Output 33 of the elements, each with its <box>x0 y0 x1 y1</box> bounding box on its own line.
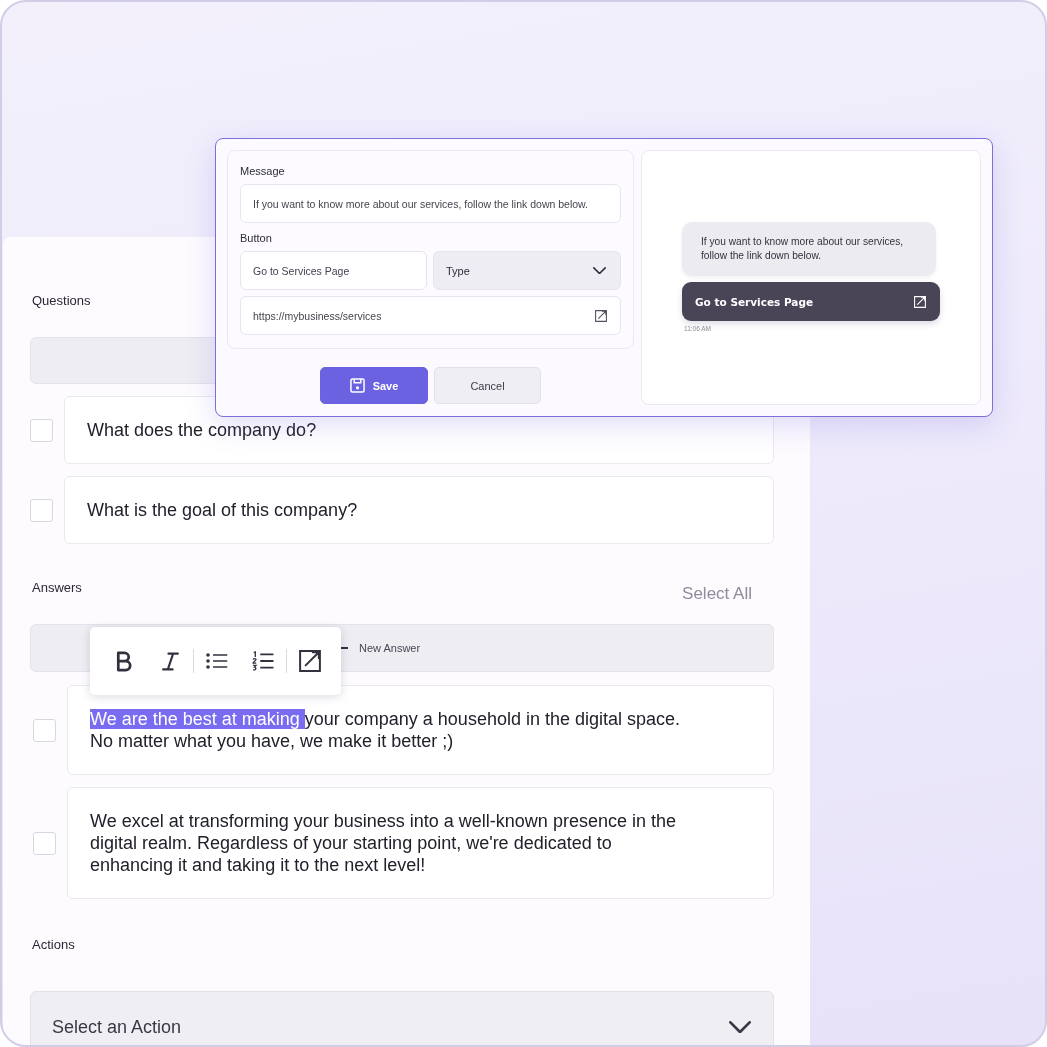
field-label: Message <box>240 164 285 179</box>
button-text-field[interactable]: Go to Services Page <box>240 251 427 290</box>
checkbox[interactable] <box>30 418 53 442</box>
answer-text: We are the best at making your company a household in the digital space. No matter what you have, we make it better ;) <box>90 708 682 752</box>
italic-icon[interactable] <box>161 651 179 671</box>
external-link-icon[interactable] <box>299 650 321 672</box>
checkbox[interactable] <box>30 498 53 522</box>
chevron-icon <box>593 266 606 275</box>
field-label: Button <box>240 231 272 246</box>
bullet-list-icon[interactable] <box>206 652 228 670</box>
section-label: Answers <box>32 580 82 596</box>
numbered-list-icon[interactable] <box>252 651 274 671</box>
section-label: Questions <box>32 293 91 309</box>
type-select[interactable]: Type <box>433 251 621 290</box>
checkbox[interactable] <box>33 831 56 855</box>
chevron-icon <box>729 1020 751 1034</box>
message-field[interactable]: If you want to know more about our services, follow the link down below. <box>240 184 621 223</box>
save-icon <box>349 378 365 393</box>
question-text: What is the goal of this company? <box>87 499 358 521</box>
checkbox[interactable] <box>33 718 56 742</box>
section-label: Actions <box>32 937 75 953</box>
external-link-icon[interactable] <box>595 309 607 322</box>
chat-link-button[interactable]: Go to Services Page <box>682 282 940 321</box>
save-button[interactable]: Save <box>320 367 428 404</box>
question-text: What does the company do? <box>87 419 317 441</box>
chat-bubble: If you want to know more about our services, follow the link down below. <box>682 222 936 276</box>
external-link-icon <box>914 295 926 308</box>
answer-text: We excel at transforming your business into a well-known presence in the digital realm. Regardless of your starting point, we're dedicated to enhancing it and taking it to the next level! <box>90 810 677 876</box>
action-select[interactable]: Select an Action <box>30 991 774 1045</box>
dash-icon <box>341 646 348 650</box>
url-field[interactable]: https://mybusiness/services <box>240 296 621 335</box>
cancel-button[interactable]: Cancel <box>434 367 541 404</box>
bold-icon[interactable] <box>116 650 132 672</box>
